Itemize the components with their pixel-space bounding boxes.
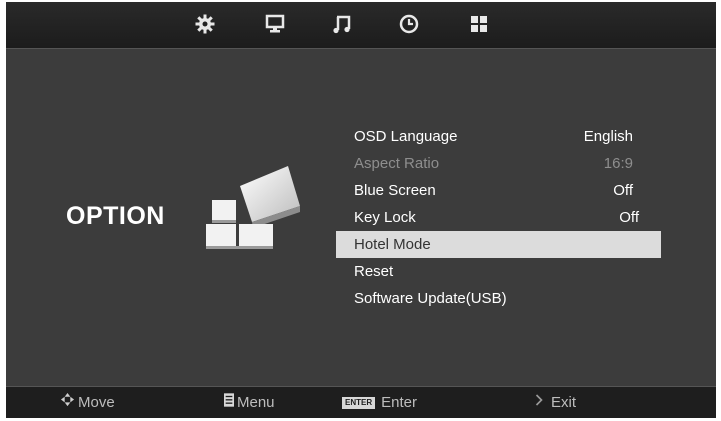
menu-item-osd-language[interactable]: OSD Language English (336, 123, 661, 150)
option-blocks-icon (200, 160, 310, 250)
grid-icon[interactable] (468, 13, 490, 35)
menu-item-reset[interactable]: Reset (336, 258, 661, 285)
option-menu: OSD Language English Aspect Ratio 16:9 B… (336, 123, 661, 312)
enter-key-icon: ENTER (342, 397, 376, 409)
dpad-icon (60, 387, 75, 418)
menu-item-software-update[interactable]: Software Update(USB) (336, 285, 661, 312)
menu-item-hotel-mode[interactable]: Hotel Mode (336, 231, 661, 258)
exit-icon (534, 387, 544, 418)
monitor-icon[interactable] (264, 13, 286, 35)
clock-icon[interactable] (398, 13, 420, 35)
gear-icon[interactable] (194, 13, 216, 35)
menu-key-icon (224, 387, 234, 418)
tv-osd-screen: OPTION OSD Language English Aspect Ratio (6, 2, 716, 418)
menu-item-key-lock[interactable]: Key Lock Off (336, 204, 661, 231)
music-note-icon[interactable] (331, 13, 353, 35)
page-title: OPTION (66, 202, 165, 230)
footer-hint-bar: Move Menu ENTER Enter Exit (6, 386, 716, 418)
top-tab-bar (6, 2, 716, 49)
menu-item-blue-screen[interactable]: Blue Screen Off (336, 177, 661, 204)
hint-exit: Exit (534, 387, 576, 418)
menu-item-aspect-ratio[interactable]: Aspect Ratio 16:9 (336, 150, 661, 177)
hint-enter: ENTER Enter (342, 387, 417, 418)
hint-menu: Menu (224, 387, 275, 418)
hint-move: Move (60, 387, 115, 418)
